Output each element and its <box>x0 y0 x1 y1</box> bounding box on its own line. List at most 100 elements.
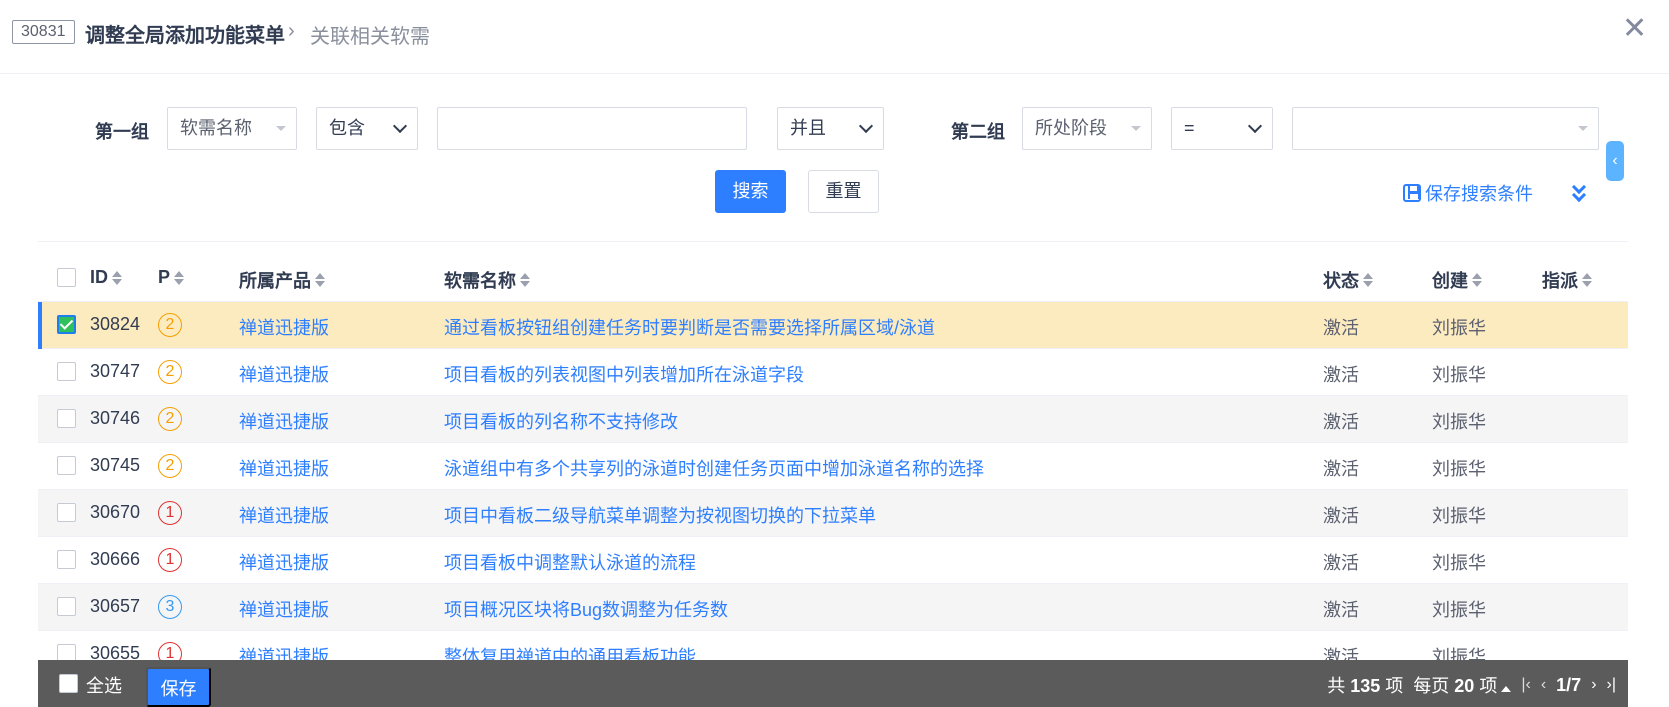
divider <box>38 241 1628 242</box>
column-header-product[interactable]: 所属产品 <box>239 267 325 293</box>
row-creator: 刘振华 <box>1432 459 1486 479</box>
caret-up-icon <box>1501 686 1512 692</box>
search-button[interactable]: 搜索 <box>715 170 786 213</box>
row-checkbox[interactable] <box>57 456 76 475</box>
row-checkbox[interactable] <box>57 597 76 616</box>
modal-subtitle: 关联相关软需 <box>310 26 430 48</box>
page-indicator: 1/7 <box>1556 674 1582 695</box>
row-checkbox[interactable] <box>57 409 76 428</box>
group2-label: 第二组 <box>951 122 1005 142</box>
chevron-down-icon <box>858 118 874 134</box>
column-header-assignee[interactable]: 指派 <box>1542 267 1592 293</box>
priority-badge: 1 <box>158 501 182 525</box>
sort-icon <box>1363 273 1373 287</box>
last-page-icon[interactable]: ›| <box>1607 676 1616 694</box>
row-creator: 刘振华 <box>1432 553 1486 573</box>
group2-operator-select[interactable]: = <box>1171 107 1273 150</box>
chevron-down-icon <box>1247 118 1263 134</box>
caret-down-icon <box>276 126 286 131</box>
sort-icon <box>174 270 185 285</box>
group1-operator-select[interactable]: 包含 <box>316 107 418 150</box>
row-creator: 刘振华 <box>1432 412 1486 432</box>
row-id: 30746 <box>90 408 141 428</box>
row-id: 30666 <box>90 549 141 569</box>
row-status: 激活 <box>1323 365 1359 385</box>
caret-down-icon <box>1131 126 1141 131</box>
group1-value-input[interactable] <box>437 107 747 150</box>
row-product-link[interactable]: 禅道迅捷版 <box>239 455 329 481</box>
modal-title: 调整全局添加功能菜单 <box>85 25 285 47</box>
per-page-select[interactable]: 每页 20 项 <box>1413 672 1512 698</box>
table-row[interactable]: 30657 3 禅道迅捷版 项目概况区块将Bug数调整为任务数 激活 刘振华 <box>38 584 1628 631</box>
column-header-id[interactable]: ID <box>90 267 122 288</box>
row-name-link[interactable]: 项目看板的列名称不支持修改 <box>444 408 678 434</box>
table-row[interactable]: 30747 2 禅道迅捷版 项目看板的列表视图中列表增加所在泳道字段 激活 刘振华 <box>38 349 1628 396</box>
column-header-creator[interactable]: 创建 <box>1432 267 1482 293</box>
column-header-priority[interactable]: P <box>158 267 185 288</box>
select-all-checkbox[interactable] <box>59 674 78 693</box>
save-icon <box>1403 184 1421 202</box>
group2-operator-value: = <box>1184 118 1195 138</box>
table-row[interactable]: 30824 2 禅道迅捷版 通过看板按钮组创建任务时要判断是否需要选择所属区域/泳道 激… <box>38 302 1628 349</box>
row-product-link[interactable]: 禅道迅捷版 <box>239 314 329 340</box>
row-product-link[interactable]: 禅道迅捷版 <box>239 408 329 434</box>
row-checkbox[interactable] <box>57 315 76 334</box>
row-product-link[interactable]: 禅道迅捷版 <box>239 549 329 575</box>
group1-field-value: 软需名称 <box>180 118 252 138</box>
row-creator: 刘振华 <box>1432 600 1486 620</box>
row-product-link[interactable]: 禅道迅捷版 <box>239 361 329 387</box>
group1-field-select[interactable]: 软需名称 <box>167 107 297 150</box>
row-product-link[interactable]: 禅道迅捷版 <box>239 596 329 622</box>
column-header-name[interactable]: 软需名称 <box>444 267 530 293</box>
table-body: 30824 2 禅道迅捷版 通过看板按钮组创建任务时要判断是否需要选择所属区域/泳道激… <box>38 302 1628 678</box>
priority-badge: 2 <box>158 360 182 384</box>
row-name-link[interactable]: 项目看板中调整默认泳道的流程 <box>444 549 696 575</box>
chevron-right-icon: › <box>288 20 295 42</box>
sort-icon <box>112 270 122 285</box>
row-name-link[interactable]: 项目中看板二级导航菜单调整为按视图切换的下拉菜单 <box>444 502 876 528</box>
group2-field-value: 所处阶段 <box>1035 118 1107 138</box>
priority-badge: 2 <box>158 454 182 478</box>
table-row[interactable]: 30666 1 禅道迅捷版 项目看板中调整默认泳道的流程 激活 刘振华 <box>38 537 1628 584</box>
row-name-link[interactable]: 项目概况区块将Bug数调整为任务数 <box>444 596 728 622</box>
side-panel-toggle[interactable]: ‹ <box>1606 141 1624 181</box>
row-id: 30657 <box>90 596 141 616</box>
table-row[interactable]: 30745 2 禅道迅捷版 泳道组中有多个共享列的泳道时创建任务页面中增加泳道名称的选… <box>38 443 1628 490</box>
row-status: 激活 <box>1323 412 1359 432</box>
row-status: 激活 <box>1323 600 1359 620</box>
header-checkbox[interactable] <box>57 268 76 287</box>
double-chevron-down-icon[interactable] <box>1570 179 1590 204</box>
prev-page-icon[interactable]: ‹ <box>1541 676 1546 694</box>
row-product-link[interactable]: 禅道迅捷版 <box>239 502 329 528</box>
row-checkbox[interactable] <box>57 503 76 522</box>
close-icon[interactable]: ✕ <box>1622 14 1647 44</box>
row-status: 激活 <box>1323 459 1359 479</box>
row-status: 激活 <box>1323 553 1359 573</box>
column-header-status[interactable]: 状态 <box>1323 267 1373 293</box>
next-page-icon[interactable]: › <box>1591 676 1596 694</box>
group2-field-select[interactable]: 所处阶段 <box>1022 107 1152 150</box>
row-name-link[interactable]: 泳道组中有多个共享列的泳道时创建任务页面中增加泳道名称的选择 <box>444 455 984 481</box>
group2-value-select[interactable] <box>1292 107 1599 150</box>
group1-operator-value: 包含 <box>329 118 365 138</box>
row-creator: 刘振华 <box>1432 365 1486 385</box>
reset-button[interactable]: 重置 <box>808 170 879 213</box>
table-row[interactable]: 30670 1 禅道迅捷版 项目中看板二级导航菜单调整为按视图切换的下拉菜单 激活 刘振华 <box>38 490 1628 537</box>
row-name-link[interactable]: 项目看板的列表视图中列表增加所在泳道字段 <box>444 361 804 387</box>
modal-header: 30831 调整全局添加功能菜单 › 关联相关软需 ✕ <box>0 0 1669 74</box>
priority-badge: 2 <box>158 313 182 337</box>
row-checkbox[interactable] <box>57 550 76 569</box>
first-page-icon[interactable]: |‹ <box>1521 676 1530 694</box>
logic-select[interactable]: 并且 <box>777 107 884 150</box>
total-count: 共 135 项 <box>1327 676 1404 696</box>
row-name-link[interactable]: 通过看板按钮组创建任务时要判断是否需要选择所属区域/泳道 <box>444 314 935 340</box>
save-button[interactable]: 保存 <box>146 667 211 707</box>
save-search-conditions[interactable]: 保存搜索条件 <box>1403 180 1533 206</box>
priority-badge: 2 <box>158 407 182 431</box>
row-id: 30824 <box>90 314 141 334</box>
row-id: 30745 <box>90 455 141 475</box>
row-id: 30747 <box>90 361 141 381</box>
pagination: 共 135 项 每页 20 项 |‹ ‹ 1/7 › ›| <box>1327 672 1616 698</box>
table-row[interactable]: 30746 2 禅道迅捷版 项目看板的列名称不支持修改 激活 刘振华 <box>38 396 1628 443</box>
row-checkbox[interactable] <box>57 362 76 381</box>
